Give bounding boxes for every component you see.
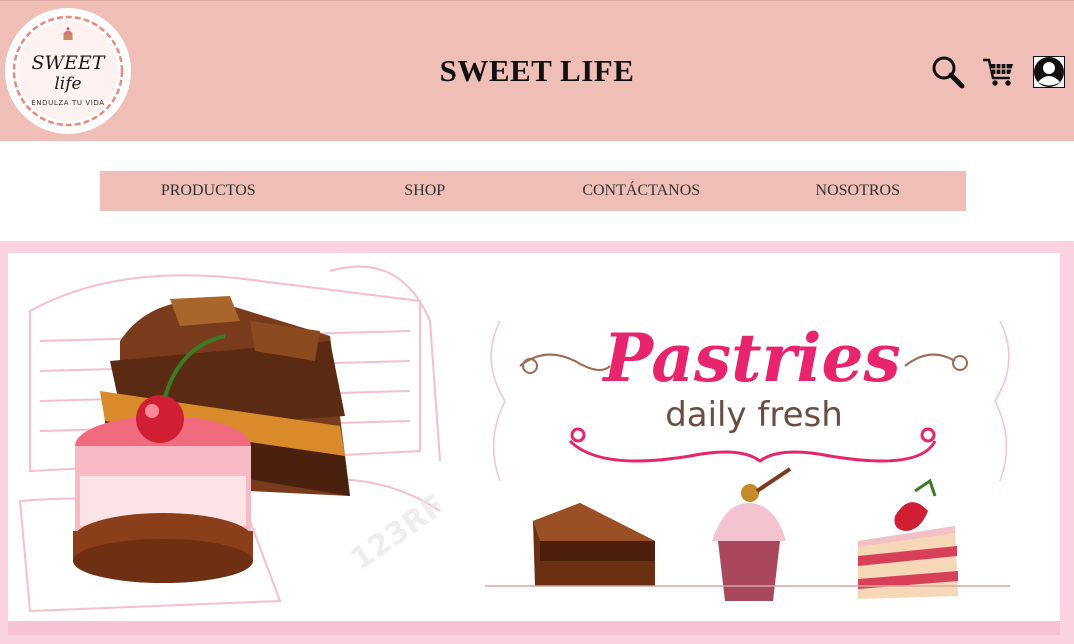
nav-item-contactanos[interactable]: CONTÁCTANOS: [533, 171, 750, 211]
cart-icon[interactable]: [982, 55, 1016, 89]
banner-headline: Pastries: [601, 319, 900, 397]
nav-item-shop[interactable]: SHOP: [317, 171, 534, 211]
banner-subline: daily fresh: [665, 395, 843, 435]
hero-banner: Pastries daily fresh 123RF: [0, 241, 1074, 644]
nav-item-productos[interactable]: PRODUCTOS: [100, 171, 317, 211]
user-icon[interactable]: [1033, 56, 1065, 88]
site-header: SWEET life ENDULZA TU VIDA SWEET LIFE: [0, 0, 1074, 141]
search-icon[interactable]: [931, 55, 965, 89]
nav-item-nosotros[interactable]: NOSOTROS: [750, 171, 967, 211]
banner-illustration: Pastries daily fresh 123RF: [0, 241, 1074, 644]
logo-tagline: ENDULZA TU VIDA: [31, 99, 104, 107]
site-title: SWEET LIFE: [439, 53, 635, 88]
main-nav: PRODUCTOS SHOP CONTÁCTANOS NOSOTROS: [100, 171, 966, 211]
